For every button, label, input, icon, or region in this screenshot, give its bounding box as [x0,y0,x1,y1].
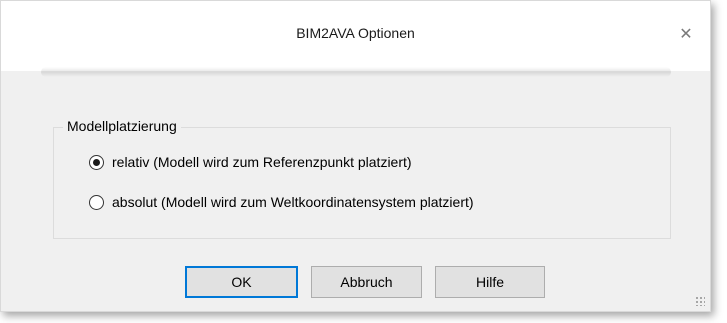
ok-button[interactable]: OK [185,266,298,298]
window-title: BIM2AVA Optionen [296,25,415,41]
help-button[interactable]: Hilfe [435,266,545,298]
title-bar[interactable]: BIM2AVA Optionen ✕ [1,1,710,77]
radio-button-absolut[interactable] [89,194,104,210]
radio-button-relativ[interactable] [89,154,104,170]
dialog-window: BIM2AVA Optionen ✕ Modellplatzierung rel… [0,0,711,312]
titlebar-divider [41,67,671,77]
group-box-legend: Modellplatzierung [63,118,181,134]
radio-option-absolut[interactable]: absolut (Modell wird zum Weltkoordinaten… [89,194,474,210]
radio-label-relativ: relativ (Modell wird zum Referenzpunkt p… [112,154,412,170]
group-box-modellplatzierung [53,127,671,239]
resize-grip-icon[interactable] [695,296,705,306]
close-icon[interactable]: ✕ [676,25,696,45]
cancel-button[interactable]: Abbruch [311,266,422,298]
radio-label-absolut: absolut (Modell wird zum Weltkoordinaten… [112,194,474,210]
radio-option-relativ[interactable]: relativ (Modell wird zum Referenzpunkt p… [89,154,412,170]
